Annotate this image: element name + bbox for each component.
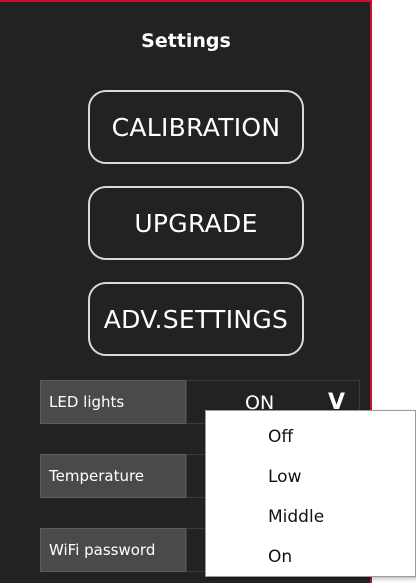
led-lights-label: LED lights — [40, 380, 186, 424]
option-low[interactable]: Low — [268, 467, 301, 487]
option-middle[interactable]: Middle — [268, 507, 324, 527]
calibration-button[interactable]: CALIBRATION — [88, 90, 304, 164]
option-off[interactable]: Off — [268, 427, 293, 447]
adv-settings-button[interactable]: ADV.SETTINGS — [88, 282, 304, 356]
led-options-dropdown: Off Low Middle On — [205, 410, 416, 577]
wifi-password-label: WiFi password — [40, 528, 186, 572]
upgrade-button[interactable]: UPGRADE — [88, 186, 304, 260]
page-title: Settings — [141, 30, 231, 52]
option-on[interactable]: On — [268, 547, 292, 567]
temperature-label: Temperature — [40, 454, 186, 498]
